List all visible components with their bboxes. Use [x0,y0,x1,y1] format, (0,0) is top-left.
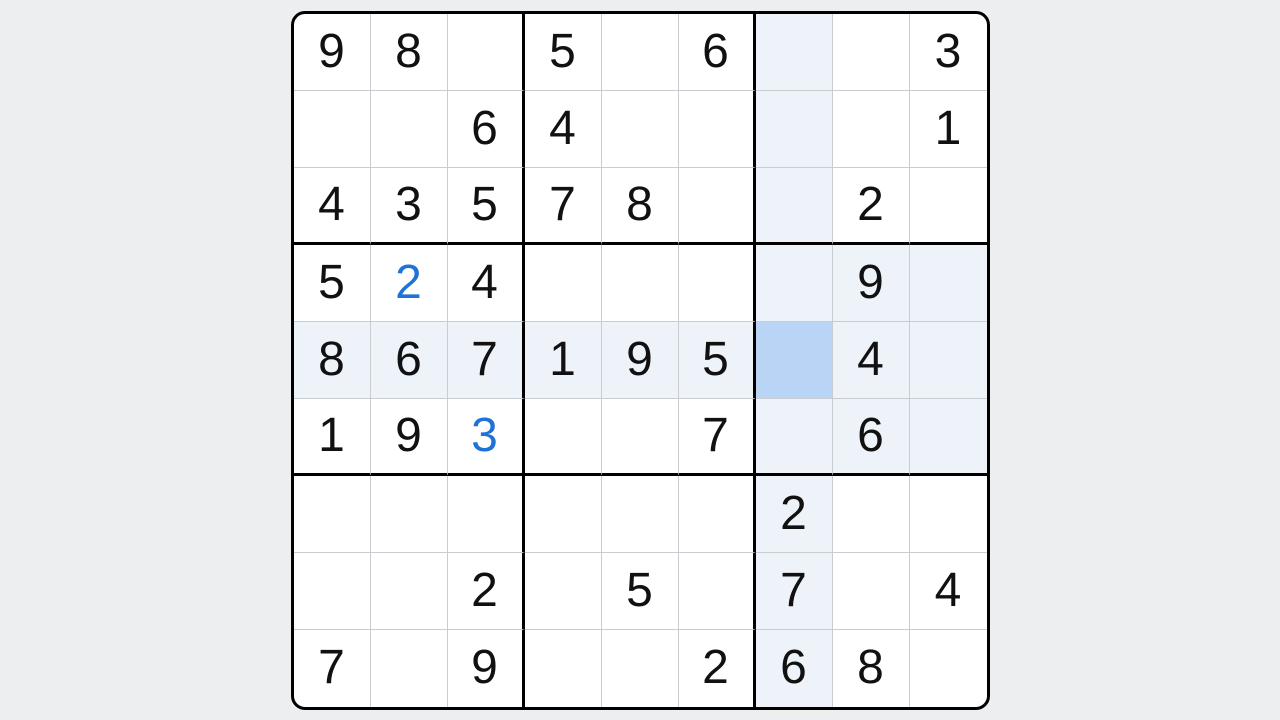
sudoku-cell-r5-c1[interactable]: 9 [371,399,448,476]
sudoku-cell-r4-c3[interactable]: 1 [525,322,602,399]
sudoku-cell-r2-c2[interactable]: 5 [448,168,525,245]
sudoku-cell-r4-c5[interactable]: 5 [679,322,756,399]
sudoku-board: 9856364143578252498671954193762257479268 [291,11,990,710]
sudoku-cell-r8-c2[interactable]: 9 [448,630,525,707]
sudoku-cell-r5-c6[interactable] [756,399,833,476]
sudoku-cell-r0-c6[interactable] [756,14,833,91]
sudoku-cell-r3-c8[interactable] [910,245,987,322]
sudoku-cell-r5-c0[interactable]: 1 [294,399,371,476]
sudoku-cell-r1-c2[interactable]: 6 [448,91,525,168]
sudoku-cell-r0-c8[interactable]: 3 [910,14,987,91]
sudoku-cell-r8-c3[interactable] [525,630,602,707]
sudoku-cell-r4-c8[interactable] [910,322,987,399]
sudoku-cell-r7-c1[interactable] [371,553,448,630]
sudoku-cell-r3-c6[interactable] [756,245,833,322]
sudoku-cell-r1-c1[interactable] [371,91,448,168]
sudoku-cell-r3-c7[interactable]: 9 [833,245,910,322]
sudoku-cell-r6-c0[interactable] [294,476,371,553]
sudoku-cell-r8-c0[interactable]: 7 [294,630,371,707]
sudoku-cell-r3-c4[interactable] [602,245,679,322]
sudoku-cell-r6-c7[interactable] [833,476,910,553]
sudoku-cell-r4-c0[interactable]: 8 [294,322,371,399]
sudoku-cell-r0-c7[interactable] [833,14,910,91]
sudoku-cell-r8-c5[interactable]: 2 [679,630,756,707]
sudoku-cell-r1-c4[interactable] [602,91,679,168]
sudoku-cell-r3-c5[interactable] [679,245,756,322]
sudoku-cell-r7-c3[interactable] [525,553,602,630]
sudoku-cell-r2-c0[interactable]: 4 [294,168,371,245]
sudoku-cell-r2-c3[interactable]: 7 [525,168,602,245]
sudoku-cell-r2-c7[interactable]: 2 [833,168,910,245]
sudoku-cell-r5-c5[interactable]: 7 [679,399,756,476]
sudoku-cell-r7-c6[interactable]: 7 [756,553,833,630]
sudoku-cell-r5-c7[interactable]: 6 [833,399,910,476]
sudoku-cell-r0-c0[interactable]: 9 [294,14,371,91]
sudoku-cell-r5-c8[interactable] [910,399,987,476]
sudoku-cell-r0-c5[interactable]: 6 [679,14,756,91]
sudoku-cell-r6-c8[interactable] [910,476,987,553]
sudoku-cell-r8-c4[interactable] [602,630,679,707]
sudoku-cell-r8-c6[interactable]: 6 [756,630,833,707]
sudoku-cell-r7-c8[interactable]: 4 [910,553,987,630]
sudoku-cell-r4-c1[interactable]: 6 [371,322,448,399]
sudoku-cell-r0-c1[interactable]: 8 [371,14,448,91]
sudoku-cell-r1-c3[interactable]: 4 [525,91,602,168]
sudoku-cell-r0-c4[interactable] [602,14,679,91]
sudoku-cell-r7-c7[interactable] [833,553,910,630]
sudoku-cell-r2-c4[interactable]: 8 [602,168,679,245]
sudoku-stage: 9856364143578252498671954193762257479268 [0,0,1280,720]
sudoku-cell-r3-c3[interactable] [525,245,602,322]
sudoku-cell-r1-c8[interactable]: 1 [910,91,987,168]
sudoku-cell-r7-c5[interactable] [679,553,756,630]
sudoku-cell-r4-c2[interactable]: 7 [448,322,525,399]
sudoku-cell-r3-c1[interactable]: 2 [371,245,448,322]
sudoku-cell-r6-c2[interactable] [448,476,525,553]
sudoku-cell-r7-c4[interactable]: 5 [602,553,679,630]
sudoku-cell-r1-c0[interactable] [294,91,371,168]
sudoku-cell-r1-c7[interactable] [833,91,910,168]
sudoku-cell-r8-c8[interactable] [910,630,987,707]
sudoku-cell-r5-c2[interactable]: 3 [448,399,525,476]
sudoku-cell-r4-c6[interactable] [756,322,833,399]
sudoku-cell-r3-c0[interactable]: 5 [294,245,371,322]
sudoku-cell-r8-c7[interactable]: 8 [833,630,910,707]
sudoku-cell-r6-c4[interactable] [602,476,679,553]
sudoku-cell-r5-c3[interactable] [525,399,602,476]
sudoku-cell-r0-c3[interactable]: 5 [525,14,602,91]
sudoku-cell-r1-c5[interactable] [679,91,756,168]
sudoku-cell-r4-c7[interactable]: 4 [833,322,910,399]
sudoku-cell-r7-c2[interactable]: 2 [448,553,525,630]
sudoku-cell-r2-c8[interactable] [910,168,987,245]
sudoku-cell-r2-c6[interactable] [756,168,833,245]
sudoku-cell-r3-c2[interactable]: 4 [448,245,525,322]
sudoku-cell-r6-c5[interactable] [679,476,756,553]
sudoku-cell-r8-c1[interactable] [371,630,448,707]
sudoku-cell-r1-c6[interactable] [756,91,833,168]
sudoku-cell-r6-c3[interactable] [525,476,602,553]
sudoku-cell-r5-c4[interactable] [602,399,679,476]
sudoku-cell-r7-c0[interactable] [294,553,371,630]
sudoku-cell-r0-c2[interactable] [448,14,525,91]
sudoku-cell-r6-c6[interactable]: 2 [756,476,833,553]
sudoku-cell-r6-c1[interactable] [371,476,448,553]
sudoku-cell-r2-c1[interactable]: 3 [371,168,448,245]
sudoku-cell-r4-c4[interactable]: 9 [602,322,679,399]
sudoku-cell-r2-c5[interactable] [679,168,756,245]
